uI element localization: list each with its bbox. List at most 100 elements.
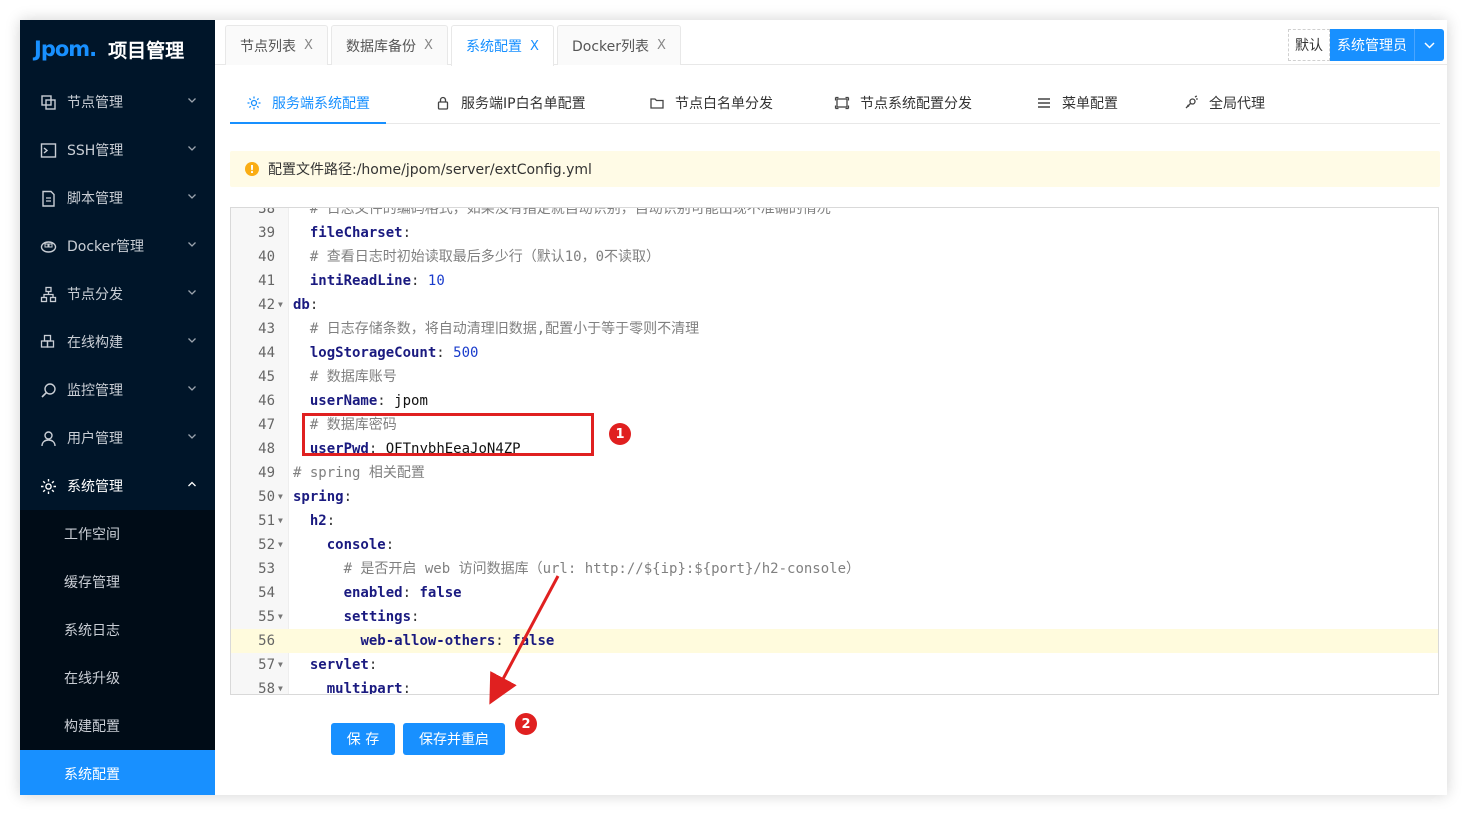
app-title: 项目管理 xyxy=(108,39,185,62)
sidebar-item-7[interactable]: 用户管理 xyxy=(20,414,215,462)
api-icon xyxy=(1183,95,1199,111)
code-line[interactable]: 49 # spring 相关配置 xyxy=(231,461,1438,485)
close-icon[interactable]: X xyxy=(304,38,313,53)
fold-arrow-icon[interactable]: ▼ xyxy=(278,677,283,694)
subtab-ip-whitelist[interactable]: 服务端IP白名单配置 xyxy=(435,82,586,124)
config-subtabs: 服务端系统配置 服务端IP白名单配置 节点白名单分发 节点系统配置分发 菜单配置 xyxy=(230,82,1440,124)
close-icon[interactable]: X xyxy=(530,39,539,54)
code-line[interactable]: 41 intiReadLine: 10 xyxy=(231,269,1438,293)
save-button[interactable]: 保 存 xyxy=(331,723,395,755)
line-number: 49 xyxy=(258,465,275,481)
code-line[interactable]: 51 ▼ h2: xyxy=(231,509,1438,533)
line-number: 53 xyxy=(258,561,275,577)
code-line[interactable]: 43 # 日志存储条数，将自动清理旧数据,配置小于等于零则不清理 xyxy=(231,317,1438,341)
sidebar-item-label: 脚本管理 xyxy=(67,191,123,207)
line-number: 42 xyxy=(258,297,275,313)
code-line[interactable]: 53 # 是否开启 web 访问数据库（url: http://${ip}:${… xyxy=(231,557,1438,581)
tab-db-backup[interactable]: 数据库备份 X xyxy=(331,25,448,65)
workspace-label[interactable]: 默认 xyxy=(1288,29,1330,61)
sidebar-item-6[interactable]: 监控管理 xyxy=(20,366,215,414)
code-line[interactable]: 45 # 数据库账号 xyxy=(231,365,1438,389)
sidebar-item-8[interactable]: 系统管理 xyxy=(20,462,215,510)
sidebar-item-3[interactable]: Docker管理 xyxy=(20,222,215,270)
code-line[interactable]: 52 ▼ console: xyxy=(231,533,1438,557)
subtab-server-config[interactable]: 服务端系统配置 xyxy=(246,82,370,124)
subtab-label: 节点白名单分发 xyxy=(675,96,773,112)
chevron-down-icon xyxy=(188,194,196,199)
tab-docker-list[interactable]: Docker列表 X xyxy=(557,25,681,65)
subtab-global-proxy[interactable]: 全局代理 xyxy=(1183,82,1265,124)
line-number: 44 xyxy=(258,345,275,361)
code-line[interactable]: 56 web-allow-others: false xyxy=(231,629,1438,653)
fold-arrow-icon[interactable]: ▼ xyxy=(278,485,283,509)
subtab-label: 服务端IP白名单配置 xyxy=(461,96,586,112)
warning-icon: ! xyxy=(245,162,259,176)
code-line[interactable]: 46 userName: jpom xyxy=(231,389,1438,413)
sidebar-subitem-1[interactable]: 缓存管理 xyxy=(20,558,215,606)
tab-node-list[interactable]: 节点列表 X xyxy=(225,25,328,65)
annotation-highlight-box xyxy=(302,413,594,456)
line-number: 51 xyxy=(258,513,275,529)
sidebar-subitem-2[interactable]: 系统日志 xyxy=(20,606,215,654)
sidebar-item-4[interactable]: 节点分发 xyxy=(20,270,215,318)
sidebar-item-2[interactable]: 脚本管理 xyxy=(20,174,215,222)
close-icon[interactable]: X xyxy=(657,38,666,53)
sidebar-item-1[interactable]: SSH管理 xyxy=(20,126,215,174)
chevron-down-icon xyxy=(188,290,196,295)
code-line[interactable]: 39 fileCharset: xyxy=(231,221,1438,245)
sidebar-item-5[interactable]: 在线构建 xyxy=(20,318,215,366)
sidebar-subitem-0[interactable]: 工作空间 xyxy=(20,510,215,558)
subtab-menu-config[interactable]: 菜单配置 xyxy=(1036,82,1118,124)
fold-arrow-icon[interactable]: ▼ xyxy=(278,653,283,677)
code-text: intiReadLine: 10 xyxy=(309,273,445,289)
sidebar-subitem-5[interactable]: 系统配置 xyxy=(20,750,215,795)
code-text: db: xyxy=(293,297,319,313)
close-icon[interactable]: X xyxy=(424,38,433,53)
subtab-label: 服务端系统配置 xyxy=(272,96,370,112)
active-tab-indicator xyxy=(230,122,386,124)
tab-system-config[interactable]: 系统配置 X xyxy=(451,25,554,66)
sidebar-item-0[interactable]: 节点管理 xyxy=(20,78,215,126)
subtab-node-config-distribute[interactable]: 节点系统配置分发 xyxy=(834,82,972,124)
cluster-icon xyxy=(39,285,57,303)
code-line[interactable]: 57 ▼ servlet: xyxy=(231,653,1438,677)
folder-icon xyxy=(649,95,665,111)
line-number: 48 xyxy=(258,441,275,457)
code-line[interactable]: 40 # 查看日志时初始读取最后多少行（默认10，0不读取） xyxy=(231,245,1438,269)
code-line[interactable]: 58 ▼ multipart: xyxy=(231,677,1438,695)
code-line[interactable]: 55 ▼ settings: xyxy=(231,605,1438,629)
user-icon xyxy=(39,429,57,447)
sidebar-subitem-3[interactable]: 在线升级 xyxy=(20,654,215,702)
fold-arrow-icon[interactable]: ▼ xyxy=(278,293,283,317)
fold-arrow-icon[interactable]: ▼ xyxy=(278,533,283,557)
line-number: 41 xyxy=(258,273,275,289)
annotation-badge-2: 2 xyxy=(515,713,537,735)
save-restart-button[interactable]: 保存并重启 xyxy=(403,723,505,755)
code-line[interactable]: 54 enabled: false xyxy=(231,581,1438,605)
sidebar-item-label: SSH管理 xyxy=(67,143,124,159)
user-role-button[interactable]: 系统管理员 xyxy=(1330,29,1414,61)
fold-arrow-icon[interactable]: ▼ xyxy=(278,509,283,533)
monitor-icon xyxy=(39,381,57,399)
line-number: 54 xyxy=(258,585,275,601)
code-line[interactable]: 44 logStorageCount: 500 xyxy=(231,341,1438,365)
chevron-down-icon xyxy=(188,98,196,103)
code-line[interactable]: 38 # 日志文件的编码格式，如果没有指定就自动识别，自动识别可能出现不准确的情… xyxy=(231,208,1438,221)
code-text: settings: xyxy=(343,609,420,625)
sidebar-subitem-4[interactable]: 构建配置 xyxy=(20,702,215,750)
fold-arrow-icon[interactable]: ▼ xyxy=(278,605,283,629)
chevron-down-icon[interactable] xyxy=(1414,29,1444,61)
line-number: 56 xyxy=(258,633,275,649)
sidebar-item-label: 在线构建 xyxy=(67,335,123,351)
code-text: multipart: xyxy=(326,681,412,695)
code-line[interactable]: 42 ▼ db: xyxy=(231,293,1438,317)
lock-icon xyxy=(435,95,451,111)
line-number: 47 xyxy=(258,417,275,433)
logo[interactable]: Jpom. 项目管理 xyxy=(20,20,215,78)
menu-icon xyxy=(1036,95,1052,111)
tab-label: 数据库备份 xyxy=(346,38,416,55)
code-line[interactable]: 50 ▼ spring: xyxy=(231,485,1438,509)
line-number: 43 xyxy=(258,321,275,337)
subtab-node-whitelist[interactable]: 节点白名单分发 xyxy=(649,82,773,124)
sidebar-item-label: Docker管理 xyxy=(67,239,145,255)
